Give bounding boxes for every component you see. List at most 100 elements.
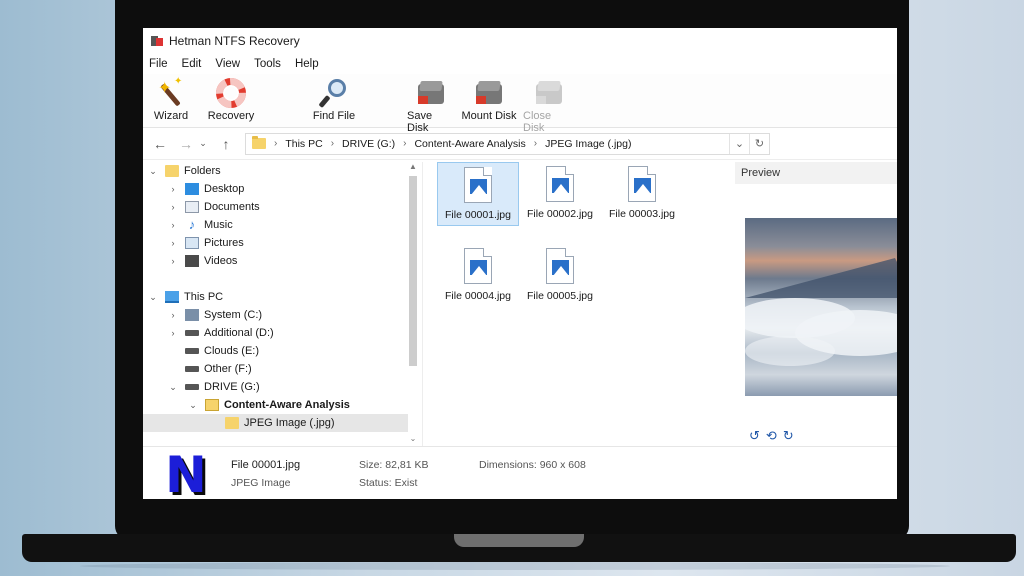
collapse-chevron-icon[interactable]: ⌄	[187, 400, 199, 411]
breadcrumb-drive-g[interactable]: DRIVE (G:)	[342, 138, 395, 150]
expand-chevron-icon[interactable]: ›	[167, 310, 179, 320]
tree-item-folders[interactable]: ⌄ Folders	[147, 162, 412, 180]
tree-item-pictures[interactable]: › Pictures	[167, 234, 432, 252]
wizard-button[interactable]: ✦ ✦ Wizard	[153, 76, 189, 122]
collapse-chevron-icon[interactable]: ⌄	[167, 382, 179, 393]
tree-item-documents[interactable]: › Documents	[167, 198, 432, 216]
detail-file-type: JPEG Image	[231, 477, 291, 489]
drive-icon	[185, 348, 199, 354]
breadcrumb-separator-icon: ›	[533, 138, 538, 149]
rotate-right-icon[interactable]: ↻	[783, 428, 794, 444]
expand-chevron-icon[interactable]: ›	[167, 184, 179, 194]
breadcrumb-content-aware[interactable]: Content-Aware Analysis	[414, 138, 525, 150]
expand-chevron-icon[interactable]: ›	[167, 220, 179, 230]
window-title: Hetman NTFS Recovery	[169, 34, 300, 48]
recovery-label: Recovery	[207, 110, 255, 122]
breadcrumb-jpeg[interactable]: JPEG Image (.jpg)	[545, 138, 631, 150]
history-chevron-icon[interactable]: ⌄	[199, 138, 207, 149]
pictures-icon	[185, 237, 199, 249]
save-disk-icon	[417, 79, 445, 107]
toolbar: ✦ ✦ Wizard Recovery Find File Save Disk M…	[143, 74, 897, 134]
magnifier-icon	[318, 78, 349, 109]
lifebuoy-icon	[216, 78, 246, 108]
tree-item-additional-d[interactable]: › Additional (D:)	[167, 324, 432, 342]
rotate-left-icon[interactable]: ↺	[749, 428, 760, 444]
mount-disk-button[interactable]: Mount Disk	[461, 76, 517, 122]
tree-item-desktop[interactable]: › Desktop	[167, 180, 432, 198]
file-item[interactable]: File 00002.jpg	[519, 162, 601, 226]
collapse-chevron-icon[interactable]: ⌄	[147, 166, 159, 177]
file-item[interactable]: File 00005.jpg	[519, 244, 601, 308]
tree-item-music[interactable]: › ♪ Music	[167, 216, 432, 234]
tree-item-this-pc[interactable]: ⌄ This PC	[147, 288, 412, 306]
image-file-icon	[464, 167, 492, 203]
up-arrow-icon[interactable]: ↑	[219, 136, 233, 152]
breadcrumb-separator-icon: ›	[274, 138, 278, 149]
breadcrumb-separator-icon: ›	[403, 138, 407, 149]
desktop-icon	[185, 183, 199, 195]
save-disk-label: Save Disk	[407, 110, 433, 134]
tree-item-drive-g[interactable]: ⌄ DRIVE (G:)	[167, 378, 432, 396]
tree-item-other-f[interactable]: Other (F:)	[167, 360, 432, 378]
tree-scrollbar[interactable]: ▲ ⌄	[408, 162, 418, 446]
file-item[interactable]: File 00001.jpg	[437, 162, 519, 226]
file-item[interactable]: File 00004.jpg	[437, 244, 519, 308]
back-arrow-icon[interactable]: ←	[153, 136, 167, 152]
image-file-icon	[546, 248, 574, 284]
tree-item-clouds-e[interactable]: Clouds (E:)	[167, 342, 432, 360]
computer-icon	[165, 291, 179, 303]
rotate-controls: ↺ ⟲ ↻	[749, 428, 794, 444]
collapse-chevron-icon[interactable]: ⌄	[147, 292, 159, 303]
preview-image	[745, 218, 897, 396]
file-thumbnail-logo: N	[165, 450, 217, 499]
expand-chevron-icon[interactable]: ›	[167, 328, 179, 338]
expand-chevron-icon[interactable]: ›	[167, 256, 179, 266]
documents-icon	[185, 201, 199, 213]
folder-icon	[225, 417, 239, 429]
menu-help[interactable]: Help	[295, 58, 319, 70]
mount-disk-label: Mount Disk	[461, 110, 517, 122]
forward-arrow-icon[interactable]: →	[179, 136, 193, 152]
tree-item-content-aware-analysis[interactable]: ⌄ Content-Aware Analysis	[187, 396, 412, 414]
expand-chevron-icon[interactable]: ›	[167, 238, 179, 248]
file-item[interactable]: File 00003.jpg	[601, 162, 683, 226]
laptop-shadow	[80, 562, 950, 570]
address-folder-icon	[252, 136, 266, 149]
menu-tools[interactable]: Tools	[254, 58, 281, 70]
scroll-up-icon[interactable]: ▲	[408, 162, 418, 174]
folder-icon	[165, 165, 179, 177]
file-name: File 00002.jpg	[527, 208, 593, 220]
file-name: File 00004.jpg	[445, 290, 511, 302]
find-file-label: Find File	[312, 110, 356, 122]
menu-edit[interactable]: Edit	[182, 58, 202, 70]
details-panel: N File 00001.jpg JPEG Image Size: 82,81 …	[143, 446, 897, 499]
drive-icon	[185, 330, 199, 336]
close-disk-button[interactable]: Close Disk	[523, 76, 575, 134]
app-window: Hetman NTFS Recovery File Edit View Tool…	[143, 28, 897, 499]
scroll-down-icon[interactable]: ⌄	[408, 434, 418, 446]
refresh-icon[interactable]: ↻	[749, 133, 769, 154]
menu-file[interactable]: File	[149, 58, 168, 70]
address-dropdown-chevron-down-icon[interactable]: ⌄	[729, 133, 749, 154]
main-area: ⌄ Folders › Desktop › Documents › ♪ Musi…	[143, 162, 897, 446]
image-file-icon	[628, 166, 656, 202]
scrollbar-thumb[interactable]	[409, 176, 417, 366]
detail-file-name: File 00001.jpg	[231, 459, 301, 471]
save-disk-button[interactable]: Save Disk	[407, 76, 455, 134]
find-file-button[interactable]: Find File	[309, 76, 359, 122]
breadcrumb-this-pc[interactable]: This PC	[285, 138, 322, 150]
expand-chevron-icon[interactable]: ›	[167, 202, 179, 212]
rotate-flip-icon[interactable]: ⟲	[766, 428, 777, 444]
menu-bar: File Edit View Tools Help	[143, 54, 897, 74]
menu-view[interactable]: View	[215, 58, 240, 70]
tree-item-system-c[interactable]: › System (C:)	[167, 306, 432, 324]
app-icon	[151, 35, 163, 47]
detail-file-status: Status: Exist	[359, 477, 418, 489]
mount-disk-icon	[475, 79, 503, 107]
tree-item-jpeg-image[interactable]: JPEG Image (.jpg)	[143, 414, 408, 432]
wizard-label: Wizard	[153, 110, 189, 122]
title-bar: Hetman NTFS Recovery	[143, 28, 897, 54]
address-bar[interactable]: › This PC › DRIVE (G:) › Content-Aware A…	[245, 132, 770, 155]
recovery-button[interactable]: Recovery	[207, 76, 255, 122]
tree-item-videos[interactable]: › Videos	[167, 252, 432, 270]
